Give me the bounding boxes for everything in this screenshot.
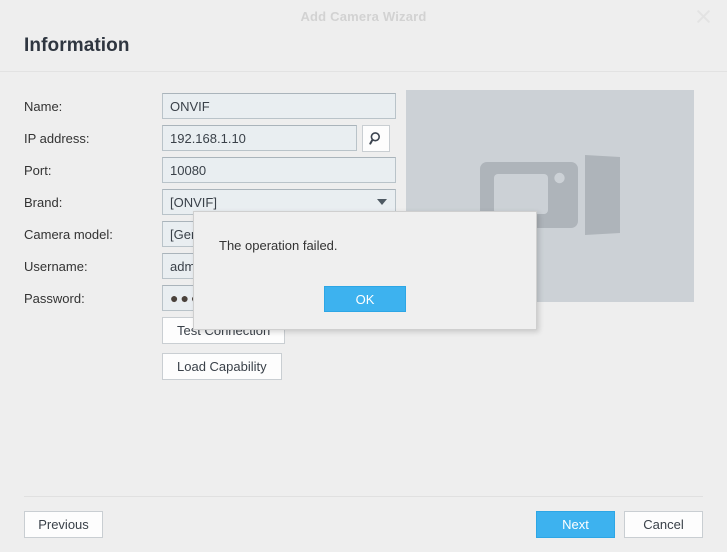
previous-button[interactable]: Previous (24, 511, 103, 538)
close-icon[interactable] (691, 4, 715, 28)
operation-failed-dialog: The operation failed. OK (193, 211, 537, 330)
form-row-port: Port: (24, 154, 396, 186)
label-camera-model: Camera model: (24, 226, 113, 242)
dialog-message: The operation failed. (219, 238, 338, 253)
label-ip-address: IP address: (24, 130, 90, 146)
form-row-name: Name: (24, 90, 396, 122)
titlebar: Add Camera Wizard (0, 0, 727, 33)
load-capability-row: Load Capability (24, 353, 396, 380)
brand-select-value: [ONVIF] (170, 194, 217, 210)
search-icon (368, 131, 384, 146)
footer: Previous Next Cancel (0, 496, 727, 552)
load-capability-button[interactable]: Load Capability (162, 353, 282, 380)
label-password: Password: (24, 290, 85, 306)
footer-divider (24, 496, 703, 497)
dialog-actions: OK (194, 286, 536, 329)
next-button[interactable]: Next (536, 511, 615, 538)
label-name: Name: (24, 98, 63, 114)
form-row-ip-address: IP address: (24, 122, 396, 154)
footer-buttons: Previous Next Cancel (24, 511, 703, 552)
label-username: Username: (24, 258, 88, 274)
label-brand: Brand: (24, 194, 63, 210)
name-input[interactable] (162, 93, 396, 119)
chevron-down-icon (377, 199, 387, 205)
cancel-button[interactable]: Cancel (624, 511, 703, 538)
port-input[interactable] (162, 157, 396, 183)
ip-address-input[interactable] (162, 125, 357, 151)
search-button[interactable] (362, 124, 390, 152)
label-port: Port: (24, 162, 52, 178)
page-header: Information (0, 33, 727, 71)
dialog-ok-button[interactable]: OK (324, 286, 406, 312)
window-title: Add Camera Wizard (300, 9, 427, 24)
page-title: Information (24, 35, 130, 56)
